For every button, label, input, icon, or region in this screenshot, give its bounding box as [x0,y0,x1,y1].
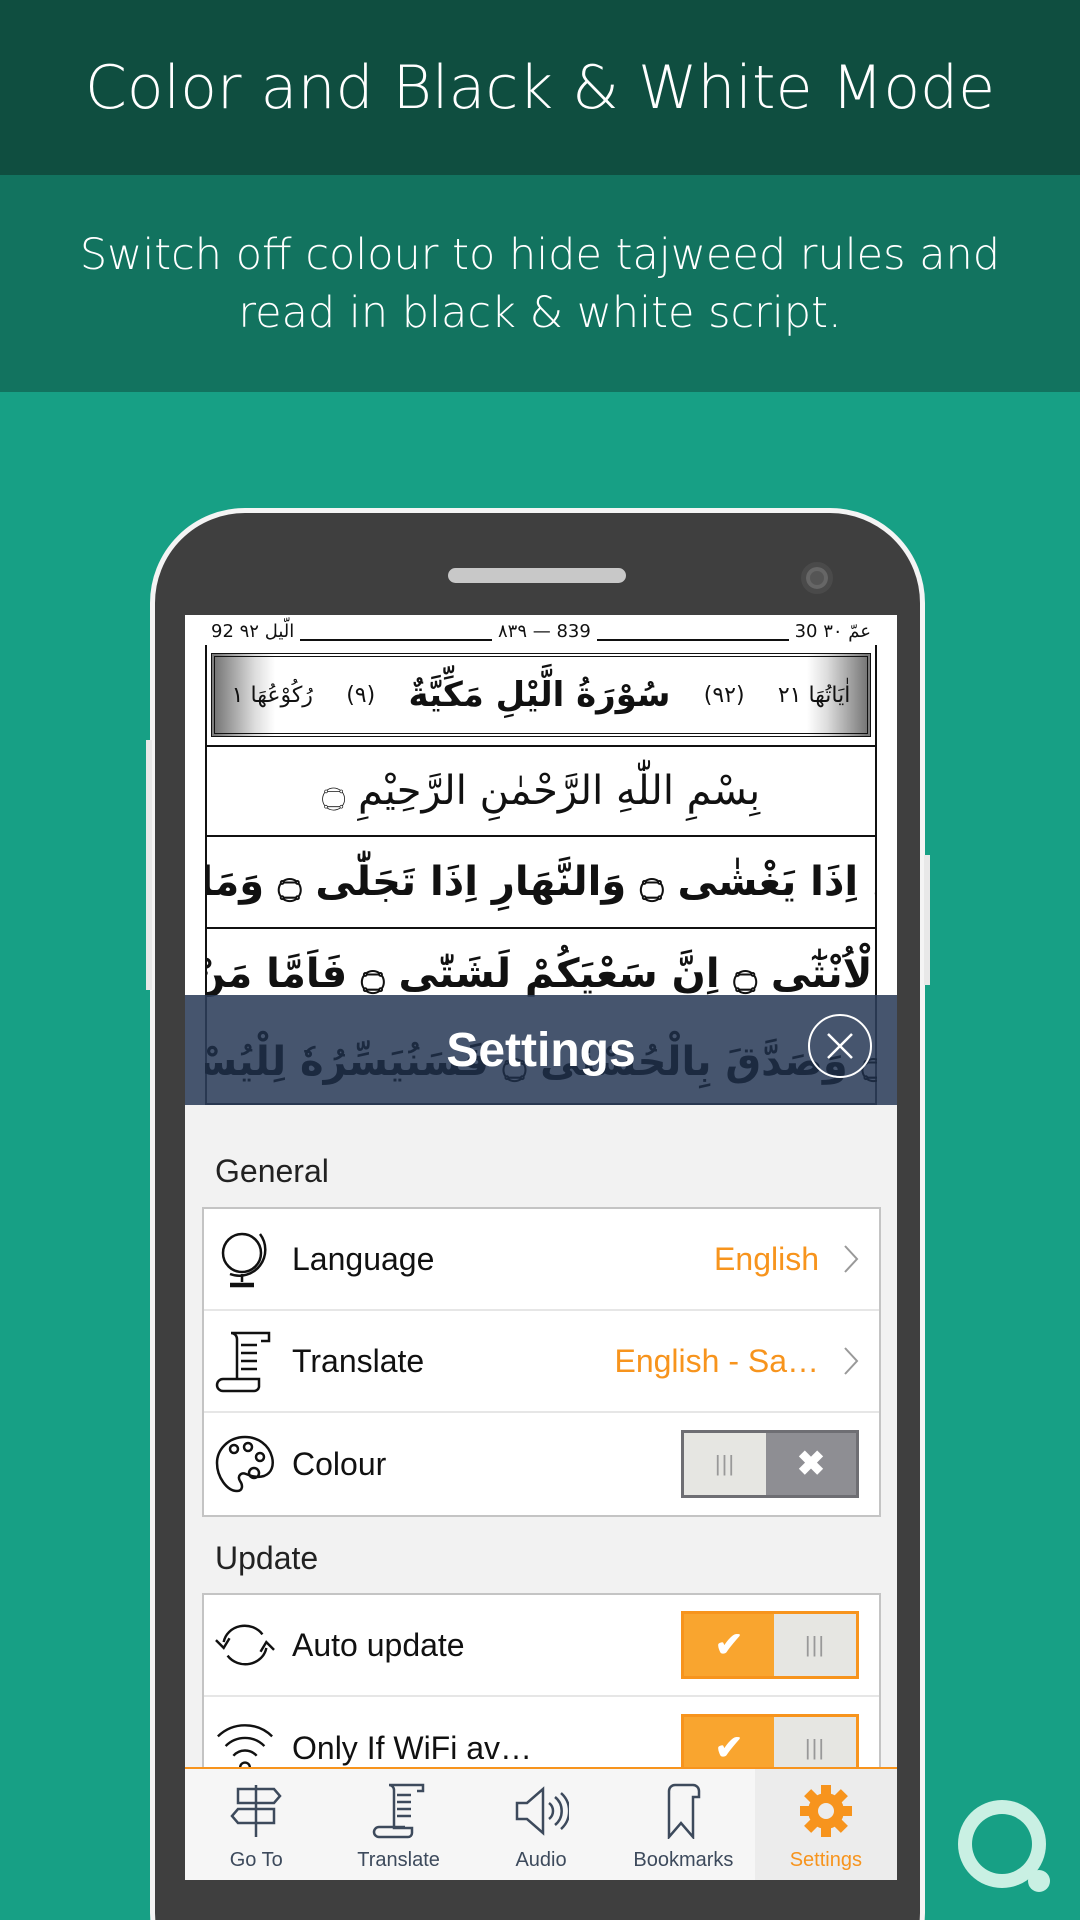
chevron-right-icon [831,1244,871,1274]
chevron-right-icon [831,1346,871,1376]
palette-icon [214,1433,276,1495]
x-icon: ✖ [796,1445,826,1483]
translate-label: Translate [292,1342,425,1379]
quran-page: 92 الّيل ٩٢ ٨٣٩ — 839 30 عمّ ٣٠ اٰيَاتُه… [185,615,897,1105]
auto-update-label: Auto update [292,1626,465,1663]
surah-name: سُوْرَةُ الَّيْلِ مَكِّيَّةٌ [408,675,671,715]
tab-label: Settings [789,1849,862,1871]
check-icon: ✔ [714,1626,744,1664]
promo-title: Color and Black & White Mode [0,0,1080,175]
promo-subtitle: Switch off colour to hide tajweed rules … [0,175,1080,392]
refresh-icon [214,1614,276,1676]
speaker-icon [515,1786,570,1836]
tab-settings[interactable]: Settings [754,1769,897,1880]
general-group: Language English Translate English - Sa…… [202,1207,881,1517]
page-header: 92 الّيل ٩٢ ٨٣٩ — 839 30 عمّ ٣٠ [205,617,877,643]
wifi-only-label: Only If WiFi av… [292,1729,533,1766]
bookmark-icon [668,1783,701,1839]
translate-value: English - Sa… [614,1342,819,1379]
tab-label: Bookmarks [633,1849,734,1871]
phone-side-button [146,740,152,990]
phone-speaker [448,568,626,583]
surah-number: (٩٢) [703,682,745,708]
phone-side-button [924,855,930,985]
settings-title: Settings [446,1023,636,1077]
tab-label: Translate [357,1849,440,1871]
translate-row[interactable]: Translate English - Sa… [204,1311,879,1413]
colour-row: Colour ||| ✖ [204,1413,879,1515]
language-label: Language [292,1240,435,1277]
section-general: General [215,1153,329,1189]
section-update: Update [215,1540,319,1576]
gear-icon [799,1785,852,1837]
ruku-count: رُكُوْعُهَا ١ [231,682,313,708]
brand-logo [958,1800,1050,1892]
tab-audio[interactable]: Audio [470,1769,612,1880]
tab-go-to[interactable]: Go To [185,1769,327,1880]
ayat-count: اٰيَاتُهَا ٢١ [777,682,851,708]
signpost-icon [230,1785,282,1837]
tab-translate[interactable]: Translate [327,1769,469,1880]
page-juz-label: 30 عمّ ٣٠ [788,621,877,643]
toggle-knob: ||| [774,1614,856,1676]
scroll-icon [372,1783,424,1839]
colour-toggle[interactable]: ||| ✖ [681,1430,859,1498]
page-number: ٨٣٩ — 839 [492,621,597,643]
subtitle-line: read in black & white script. [238,287,842,338]
tab-label: Audio [515,1849,567,1871]
ayah-line: وَالَّيْلِ اِذَا يَغْشٰى ۝ وَالنَّهَارِ … [207,835,875,927]
toggle-knob: ||| [684,1433,766,1495]
language-row[interactable]: Language English [204,1209,879,1311]
bismillah: بِسْمِ اللّٰهِ الرَّحْمٰنِ الرَّحِيْمِ ۝ [207,745,875,835]
app-screen: 92 الّيل ٩٢ ٨٣٩ — 839 30 عمّ ٣٠ اٰيَاتُه… [185,615,897,1880]
close-button[interactable] [808,1014,872,1078]
revelation-order: (٩) [346,682,376,708]
auto-update-toggle[interactable]: ✔ ||| [681,1611,859,1679]
phone-camera [801,562,833,594]
globe-icon [214,1228,276,1290]
language-value: English [714,1240,819,1277]
colour-label: Colour [292,1445,387,1482]
page-surah-label: 92 الّيل ٩٢ [205,621,301,643]
auto-update-row: Auto update ✔ ||| [204,1595,879,1697]
bottom-tab-bar: Go To Translate Audio Bookmarks Settings [185,1767,897,1880]
tab-label: Go To [229,1849,283,1871]
scroll-icon [214,1330,276,1393]
subtitle-line: Switch off colour to hide tajweed rules … [79,229,1001,280]
close-icon [827,1033,853,1059]
surah-banner: اٰيَاتُهَا ٢١ (٩٢) سُوْرَةُ الَّيْلِ مَك… [211,653,871,737]
tab-bookmarks[interactable]: Bookmarks [612,1769,754,1880]
